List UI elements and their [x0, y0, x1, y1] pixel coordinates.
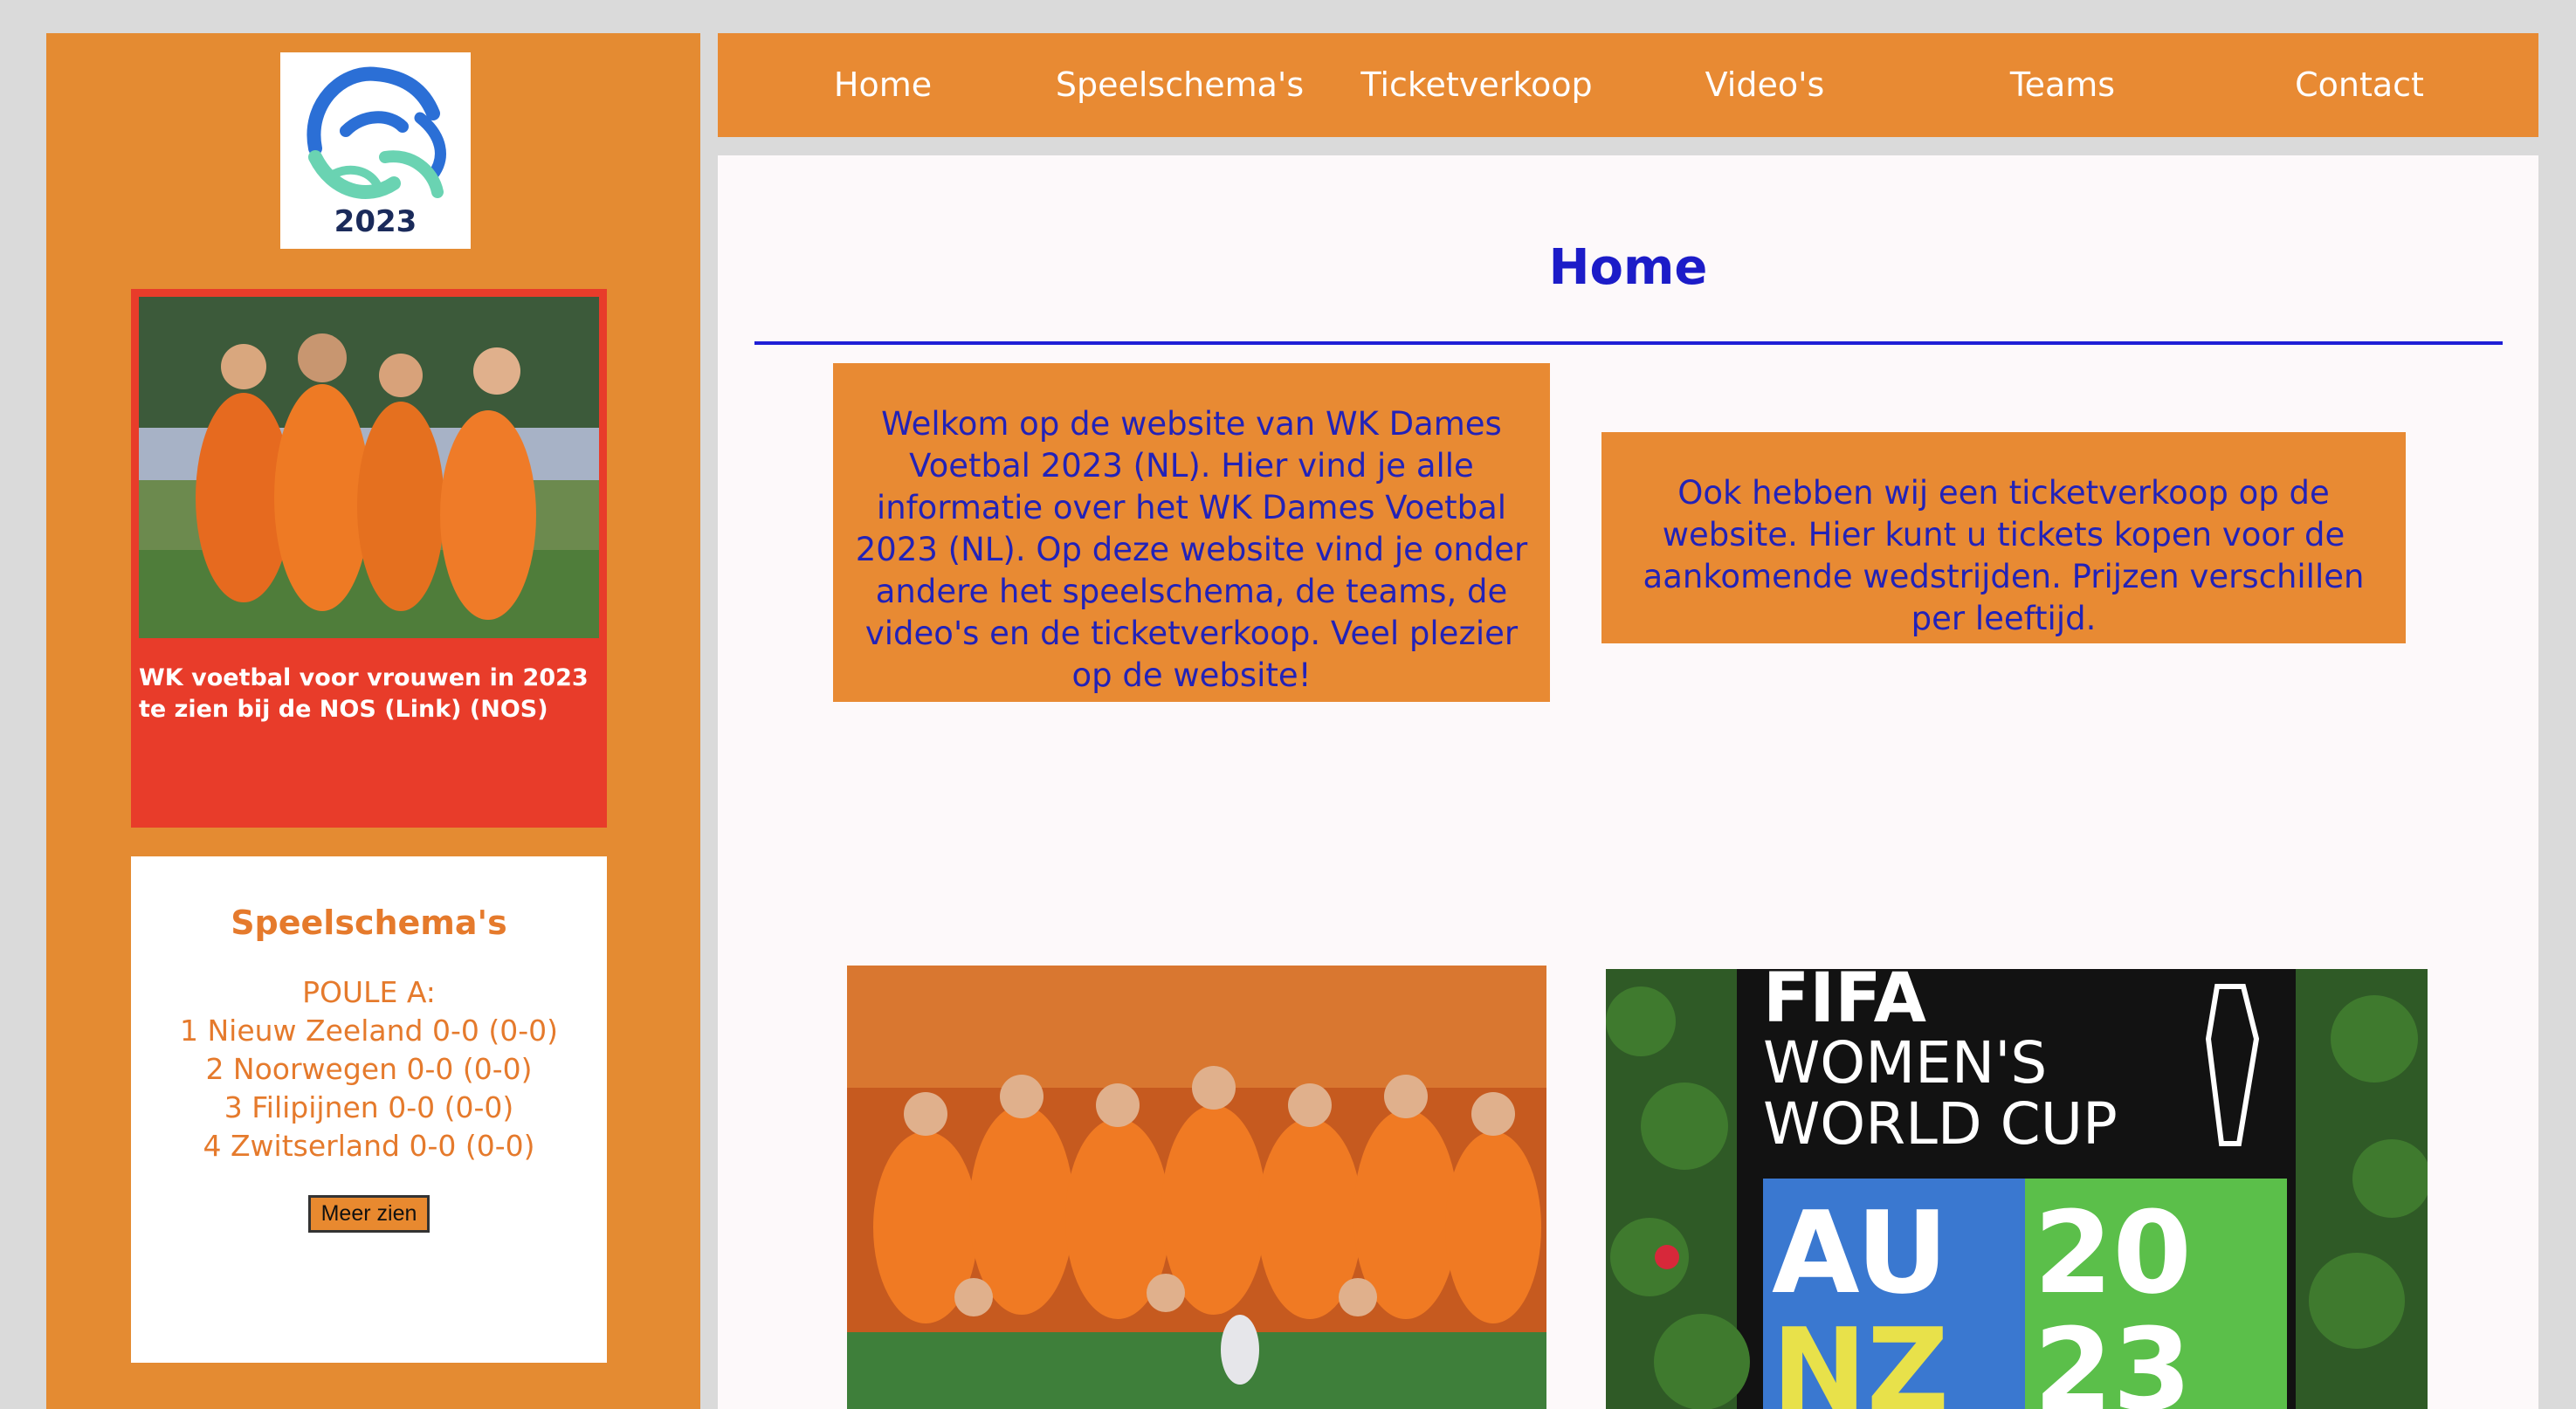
schedule-title: Speelschema's — [231, 904, 507, 942]
schedule-row: 3 Filipijnen 0-0 (0-0) — [224, 1090, 514, 1124]
top-navigation: Home Speelschema's Ticketverkoop Video's… — [718, 33, 2538, 137]
poster-nz: NZ — [1772, 1303, 1949, 1409]
news-link-text[interactable]: WK voetbal voor vrouwen in 2023 te zien … — [139, 663, 599, 725]
poster-womens: WOMEN'S — [1763, 1029, 2047, 1096]
schedule-card: Speelschema's POULE A: 1 Nieuw Zeeland 0… — [131, 856, 607, 1363]
sidebar: 2023 WK voetbal voor vrouwen in 2023 te … — [46, 33, 700, 1409]
tickets-box: Ook hebben wij een ticketverkoop op de w… — [1601, 432, 2406, 643]
intro-text: Welkom op de website van WK Dames Voetba… — [855, 405, 1528, 694]
page-title: Home — [1548, 239, 1708, 296]
nav-home[interactable]: Home — [734, 33, 1031, 137]
poster-year-20: 20 — [2034, 1186, 2192, 1319]
nav-speelschemas[interactable]: Speelschema's — [1031, 33, 1328, 137]
title-divider — [754, 341, 2503, 345]
nav-contact[interactable]: Contact — [2211, 33, 2508, 137]
poster-au: AU — [1772, 1186, 1948, 1319]
main-content: Home Welkom op de website van WK Dames V… — [718, 155, 2538, 1409]
team-trophy-photo — [847, 966, 1546, 1409]
tournament-logo[interactable]: 2023 — [280, 52, 471, 249]
intro-box: Welkom op de website van WK Dames Voetba… — [833, 363, 1550, 702]
tickets-text: Ook hebben wij een ticketverkoop op de w… — [1643, 474, 2365, 637]
poster-world-cup: WORLD CUP — [1763, 1090, 2118, 1158]
nav-ticketverkoop[interactable]: Ticketverkoop — [1328, 33, 1625, 137]
more-button[interactable]: Meer zien — [307, 1195, 430, 1233]
schedule-row: 4 Zwitserland 0-0 (0-0) — [203, 1129, 535, 1163]
news-card[interactable]: WK voetbal voor vrouwen in 2023 te zien … — [131, 289, 607, 828]
schedule-list: 1 Nieuw Zeeland 0-0 (0-0) 2 Noorwegen 0-… — [131, 1012, 607, 1165]
nav-videos[interactable]: Video's — [1616, 33, 1913, 137]
poster-fifa: FIFA — [1763, 969, 1926, 1038]
schedule-row: 2 Noorwegen 0-0 (0-0) — [205, 1052, 533, 1086]
poster-year-23: 23 — [2034, 1303, 2192, 1409]
team-celebration-photo — [139, 297, 599, 638]
world-cup-poster: FIFA WOMEN'S WORLD CUP AU NZ 20 23 — [1606, 969, 2428, 1409]
nav-teams[interactable]: Teams — [1914, 33, 2211, 137]
schedule-row: 1 Nieuw Zeeland 0-0 (0-0) — [179, 1014, 559, 1048]
logo-year: 2023 — [334, 204, 417, 239]
schedule-group: POULE A: — [302, 975, 436, 1009]
